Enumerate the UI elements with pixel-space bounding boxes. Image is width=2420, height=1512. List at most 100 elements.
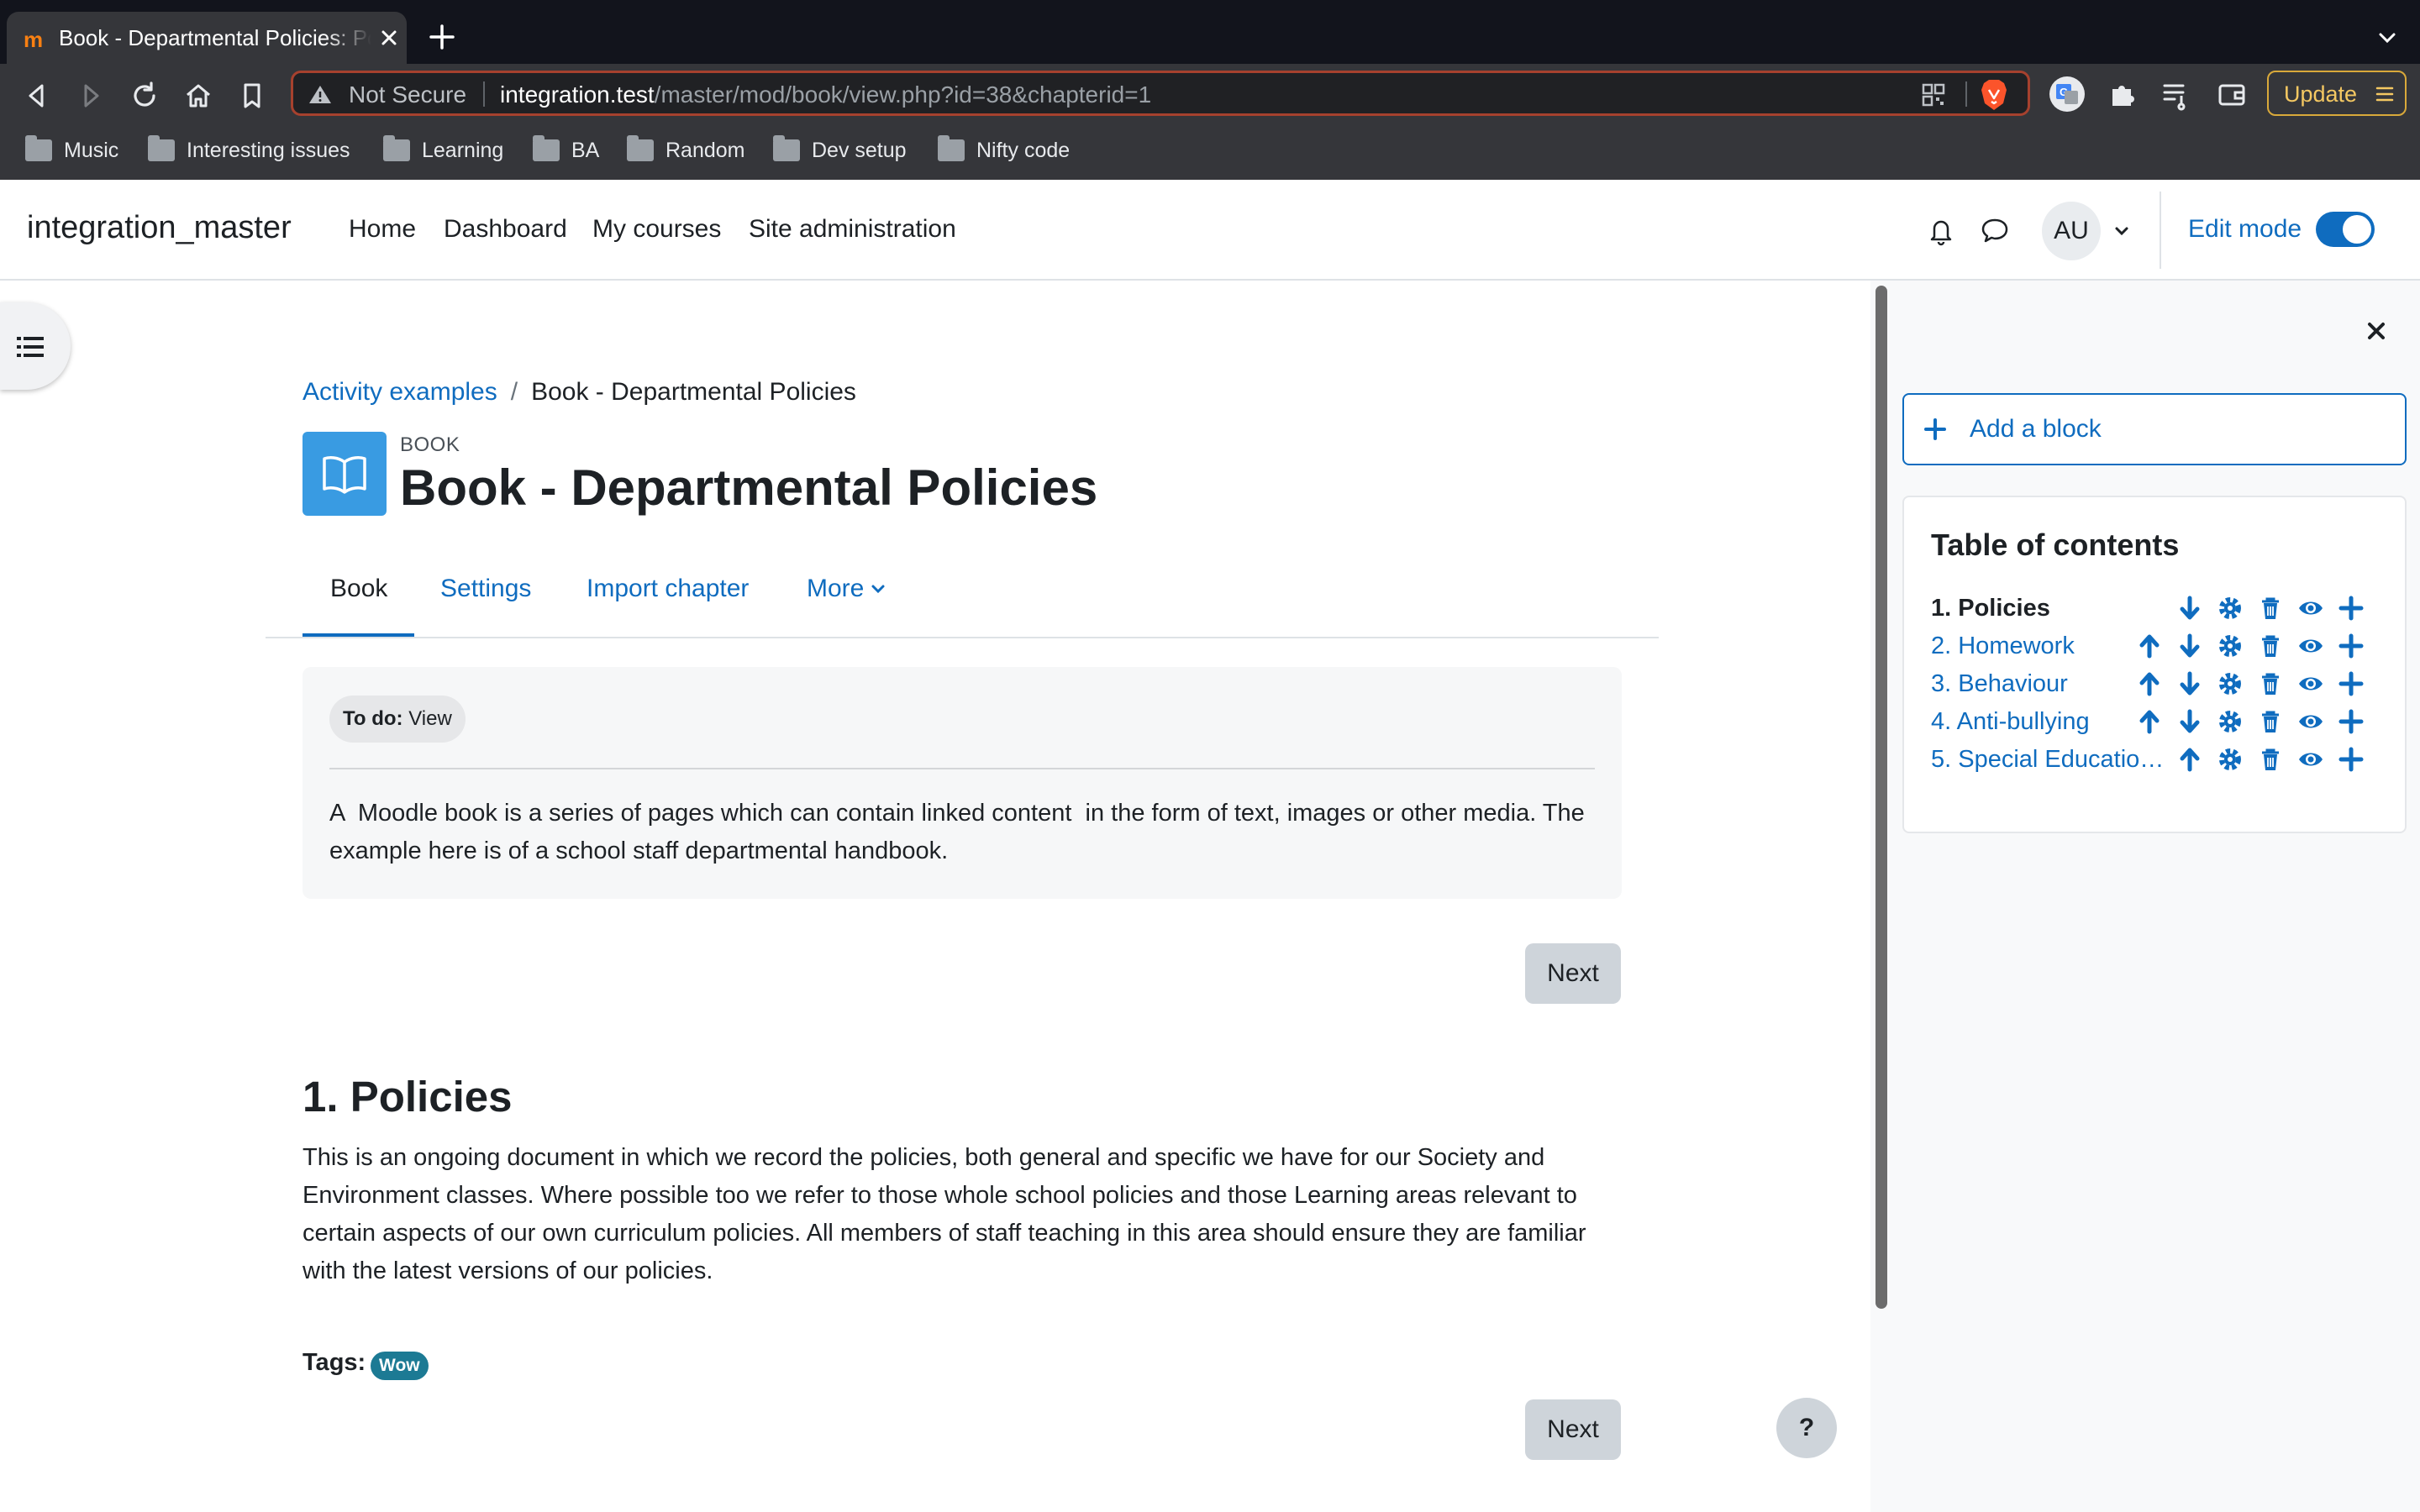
folder-icon [938, 135, 965, 161]
bookmark-label: Nifty code [976, 138, 1071, 162]
tab-book[interactable]: Book [330, 575, 387, 603]
google-translate-extension-icon[interactable]: G [2049, 76, 2086, 113]
bookmark-label: Learning [422, 138, 504, 162]
bookmark-learning[interactable]: Learning [383, 135, 504, 165]
browser-tab-title: Book - Departmental Policies: Policies [59, 25, 371, 50]
tab-import-chapter[interactable]: Import chapter [587, 575, 749, 603]
chevron-down-icon[interactable] [2112, 222, 2131, 240]
back-icon[interactable] [20, 79, 54, 113]
gear-icon[interactable] [2217, 633, 2244, 659]
breadcrumb-separator: / [510, 378, 518, 406]
tag-badge[interactable]: Wow [371, 1352, 429, 1380]
bookmark-music[interactable]: Music [25, 135, 118, 165]
close-tab-icon[interactable] [376, 25, 402, 50]
toc-item-special-educational-needs[interactable]: 5. Special Educational Needs [1931, 746, 2176, 774]
toc-title: Table of contents [1931, 528, 2180, 562]
wallet-icon[interactable] [2213, 76, 2250, 113]
todo-label: To do: [343, 707, 403, 730]
arrow-down-icon[interactable] [2176, 595, 2203, 622]
brave-shields-icon[interactable] [1979, 78, 2009, 112]
add-block-button[interactable]: Add a block [1902, 393, 2407, 465]
chevron-down-icon[interactable] [871, 581, 886, 596]
browser-tab[interactable]: m Book - Departmental Policies: Policies [7, 12, 407, 64]
arrow-down-icon[interactable] [2176, 670, 2203, 697]
extensions-puzzle-icon[interactable] [2104, 76, 2141, 113]
open-course-index-button[interactable] [0, 302, 71, 390]
new-tab-icon[interactable] [427, 22, 457, 52]
moodle-navbar: integration_master Home Dashboard My cou… [0, 180, 2420, 281]
update-label: Update [2284, 81, 2358, 107]
security-status[interactable]: Not Secure [349, 81, 466, 108]
bookmark-icon[interactable] [235, 79, 269, 113]
url-path: /master/mod/book/view.php?id=38&chapteri… [654, 81, 1152, 108]
trash-icon[interactable] [2257, 746, 2284, 773]
toc-item-policies[interactable]: 1. Policies [1931, 595, 2175, 622]
notifications-bell-icon[interactable] [1924, 213, 1958, 247]
eye-icon[interactable] [2297, 670, 2324, 697]
chapter-title: 1. Policies [302, 1073, 513, 1121]
arrow-up-icon[interactable] [2176, 746, 2203, 773]
close-drawer-icon[interactable] [2365, 319, 2388, 343]
eye-icon[interactable] [2297, 746, 2324, 773]
nav-dashboard[interactable]: Dashboard [444, 215, 567, 244]
bookmark-ba[interactable]: BA [533, 135, 600, 165]
page-scrollbar[interactable] [1876, 286, 1887, 1309]
gear-icon[interactable] [2217, 595, 2244, 622]
plus-icon[interactable] [2338, 633, 2365, 659]
eye-icon[interactable] [2297, 633, 2324, 659]
nav-home[interactable]: Home [349, 215, 416, 244]
eye-icon[interactable] [2297, 595, 2324, 622]
trash-icon[interactable] [2257, 595, 2284, 622]
edit-mode-toggle[interactable] [2316, 212, 2375, 247]
qr-code-icon[interactable] [1920, 81, 1947, 108]
tab-more[interactable]: More [807, 575, 864, 603]
bookmark-dev-setup[interactable]: Dev setup [773, 135, 907, 165]
eye-icon[interactable] [2297, 708, 2324, 735]
tab-settings[interactable]: Settings [440, 575, 531, 603]
trash-icon[interactable] [2257, 670, 2284, 697]
arrow-up-icon[interactable] [2136, 708, 2163, 735]
bookmark-interesting-issues[interactable]: Interesting issues [148, 135, 350, 165]
messages-icon[interactable] [1978, 213, 2012, 247]
next-chapter-button[interactable]: Next [1525, 943, 1621, 1004]
plus-icon[interactable] [2338, 595, 2365, 622]
update-browser-button[interactable]: Update [2267, 71, 2407, 116]
bookmark-label: BA [571, 138, 600, 162]
breadcrumb-activity-examples[interactable]: Activity examples [302, 378, 497, 406]
plus-icon[interactable] [2338, 670, 2365, 697]
forward-icon[interactable] [74, 79, 108, 113]
tab-search-chevron-icon[interactable] [2375, 25, 2400, 50]
arrow-down-icon[interactable] [2176, 633, 2203, 659]
arrow-down-icon[interactable] [2176, 708, 2203, 735]
reading-list-icon[interactable] [2158, 76, 2195, 113]
reload-icon[interactable] [128, 79, 161, 113]
menu-icon [2375, 87, 2394, 102]
trash-icon[interactable] [2257, 633, 2284, 659]
bookmark-nifty-code[interactable]: Nifty code [938, 135, 1071, 165]
nav-site-administration[interactable]: Site administration [749, 215, 956, 244]
arrow-up-icon[interactable] [2136, 633, 2163, 659]
page-title: Book - Departmental Policies [400, 459, 1098, 516]
arrow-up-icon[interactable] [2136, 670, 2163, 697]
url-text[interactable]: integration.test/master/mod/book/view.ph… [500, 81, 1151, 108]
user-avatar[interactable]: AU [2042, 202, 2101, 260]
warning-icon[interactable] [308, 84, 332, 104]
add-block-label: Add a block [1970, 415, 2102, 443]
omnibox-divider-2 [1965, 81, 1967, 107]
gear-icon[interactable] [2217, 746, 2244, 773]
trash-icon[interactable] [2257, 708, 2284, 735]
plus-icon[interactable] [2338, 746, 2365, 773]
plus-icon[interactable] [2338, 708, 2365, 735]
nav-my-courses[interactable]: My courses [592, 215, 721, 244]
bookmark-random[interactable]: Random [627, 135, 745, 165]
site-name[interactable]: integration_master [27, 210, 292, 246]
breadcrumb-current: Book - Departmental Policies [531, 378, 856, 406]
help-button[interactable]: ? [1776, 1398, 1837, 1458]
home-icon[interactable] [182, 79, 215, 113]
bookmark-label: Random [666, 138, 745, 162]
gear-icon[interactable] [2217, 670, 2244, 697]
next-chapter-button-bottom[interactable]: Next [1525, 1399, 1621, 1460]
gear-icon[interactable] [2217, 708, 2244, 735]
address-bar[interactable]: Not Secure integration.test/master/mod/b… [291, 71, 2030, 116]
edit-mode-label[interactable]: Edit mode [2188, 215, 2302, 244]
